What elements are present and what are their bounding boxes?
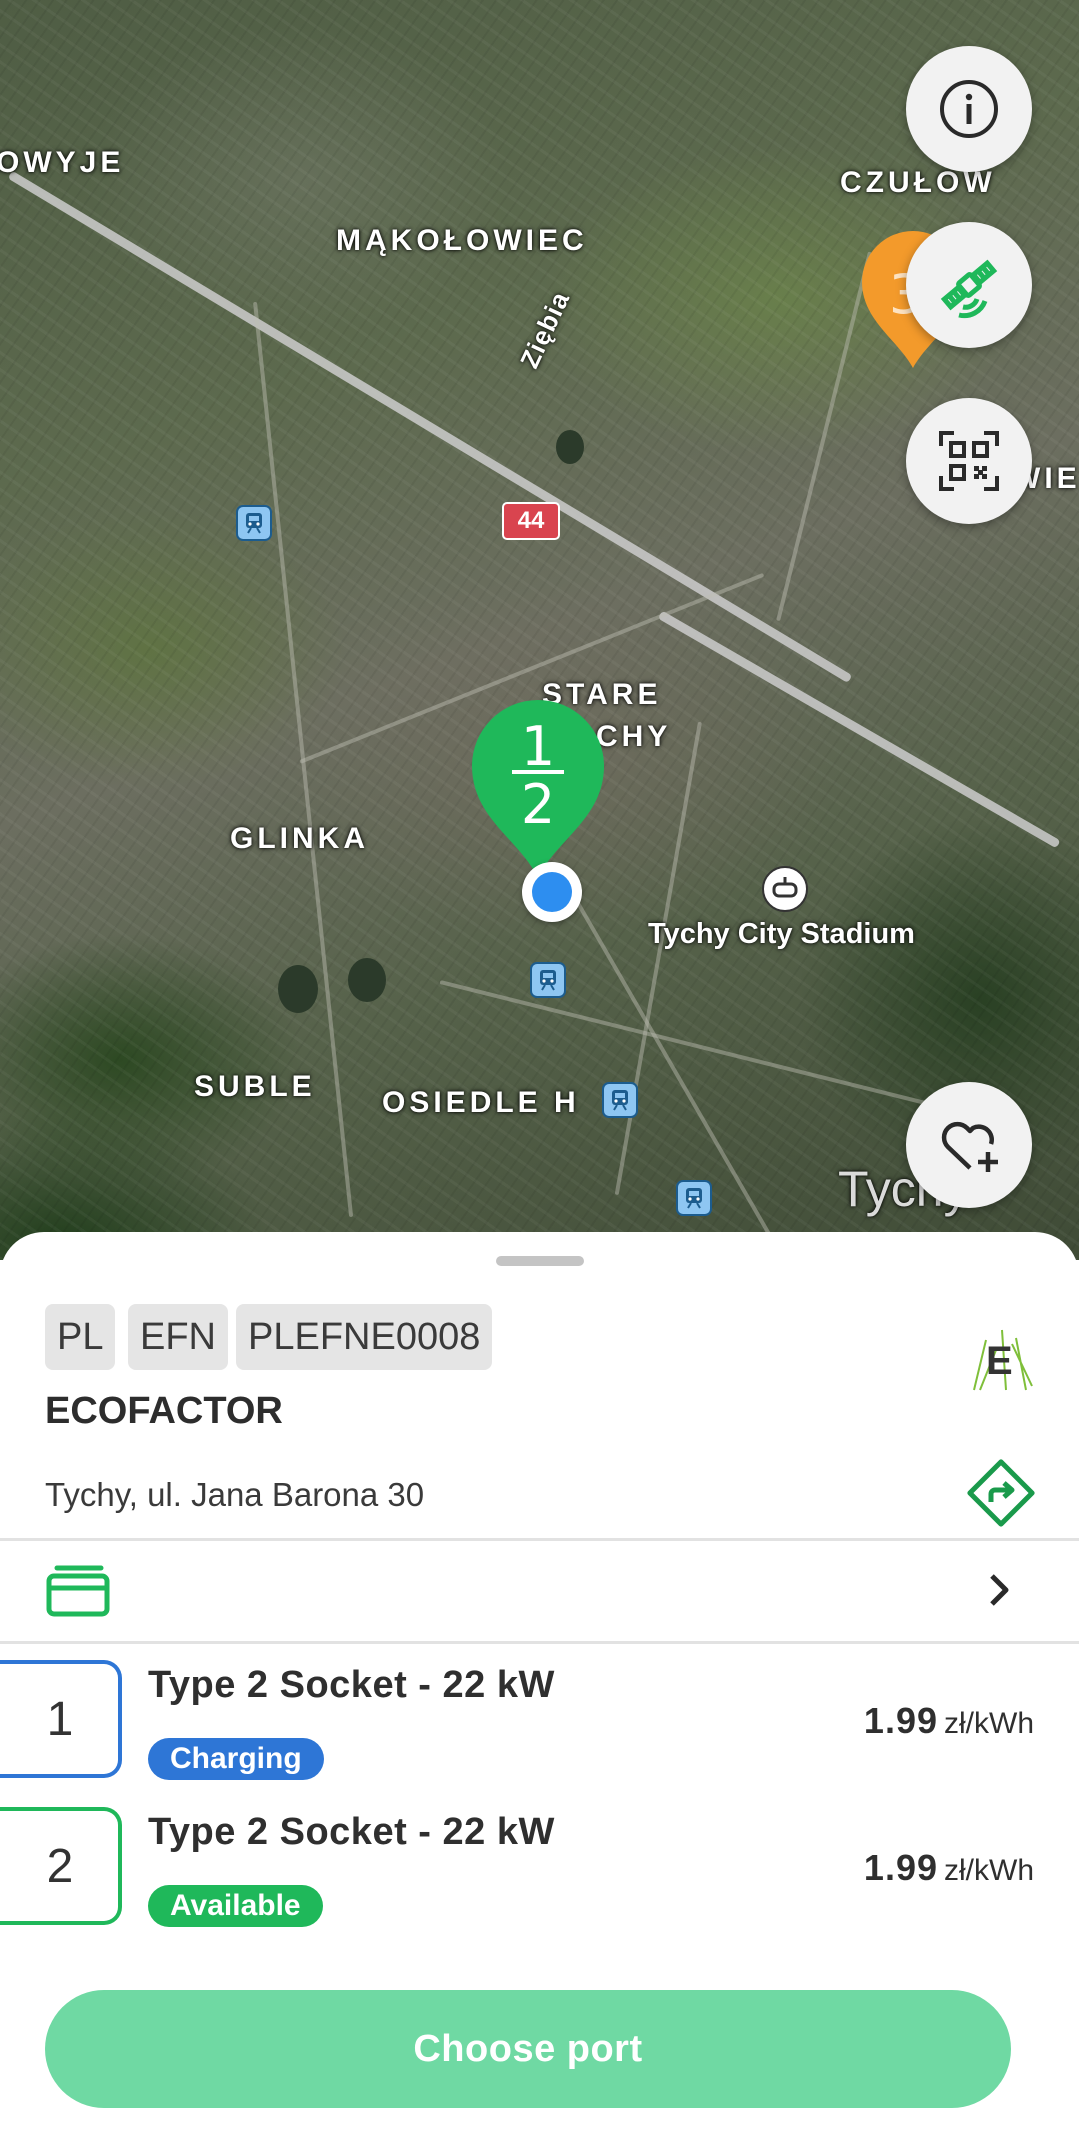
- port-number: 1: [0, 1660, 122, 1778]
- operator-logo: E: [966, 1320, 1038, 1392]
- station-details-sheet: PL EFN PLEFNE0008 E ECOFACTOR Tychy, ul.…: [0, 1232, 1079, 2155]
- port-status-badge: Available: [148, 1885, 323, 1927]
- map-label-district: OSIEDLE H: [382, 1086, 580, 1119]
- add-favorite-button[interactable]: [906, 1082, 1032, 1208]
- qr-code-icon: [939, 431, 999, 491]
- gallery-icon: [45, 1562, 111, 1623]
- port-row[interactable]: 2 Type 2 Socket - 22 kW Available 1.99 zł…: [0, 1799, 1079, 1929]
- map-label-district: MĄKOŁOWIEC: [336, 224, 588, 257]
- pin-available-count: 1: [520, 715, 556, 778]
- map-label-district: CHY: [596, 720, 672, 753]
- train-station-icon[interactable]: [676, 1180, 712, 1216]
- port-price: 1.99 zł/kWh: [864, 1847, 1034, 1889]
- train-station-icon[interactable]: [530, 962, 566, 998]
- info-icon: [940, 80, 998, 138]
- navigate-button[interactable]: [966, 1458, 1036, 1528]
- port-row[interactable]: 1 Type 2 Socket - 22 kW Charging 1.99 zł/…: [0, 1652, 1079, 1782]
- operator-logo-letter: E: [986, 1339, 1013, 1383]
- port-connector-title: Type 2 Socket - 22 kW: [148, 1811, 555, 1853]
- choose-port-button[interactable]: Choose port: [45, 1990, 1011, 2108]
- stadium-icon[interactable]: [762, 866, 808, 912]
- map-view[interactable]: OWYJE CZUŁOW MĄKOŁOWIEC Ziębia WIE 44 ST…: [0, 0, 1079, 1260]
- station-address: Tychy, ul. Jana Barona 30: [45, 1476, 425, 1513]
- operator-code-chip: EFN: [128, 1304, 228, 1370]
- price-unit: zł/kWh: [944, 1707, 1034, 1740]
- pond: [348, 958, 386, 1002]
- pin-total-count: 2: [520, 773, 556, 836]
- map-label-district: GLINKA: [230, 822, 369, 855]
- port-price: 1.99 zł/kWh: [864, 1700, 1034, 1742]
- charger-pin-selected[interactable]: 1 2: [470, 700, 606, 885]
- scan-qr-button[interactable]: [906, 398, 1032, 524]
- route-number-badge: 44: [502, 502, 560, 540]
- price-unit: zł/kWh: [944, 1854, 1034, 1887]
- port-status-badge: Charging: [148, 1738, 324, 1780]
- directions-icon: [967, 1459, 1035, 1527]
- chevron-right-icon: [984, 1570, 1014, 1615]
- pond: [556, 430, 584, 464]
- price-amount: 1.99: [863, 1847, 938, 1888]
- heart-plus-icon: [941, 1121, 998, 1172]
- train-station-icon[interactable]: [602, 1082, 638, 1118]
- station-photos-row[interactable]: [0, 1541, 1079, 1641]
- operator-name: ECOFACTOR: [45, 1390, 283, 1432]
- current-location-dot: [522, 862, 582, 922]
- country-code-chip: PL: [45, 1304, 116, 1370]
- satellite-icon: [940, 259, 998, 319]
- info-button[interactable]: [906, 46, 1032, 172]
- map-layer-button[interactable]: [906, 222, 1032, 348]
- map-label-poi[interactable]: Tychy City Stadium: [648, 918, 915, 951]
- pond: [278, 965, 318, 1013]
- port-connector-title: Type 2 Socket - 22 kW: [148, 1664, 555, 1706]
- drag-handle[interactable]: [496, 1256, 584, 1266]
- divider: [0, 1641, 1079, 1644]
- station-id-chip: PLEFNE0008: [236, 1304, 493, 1370]
- price-amount: 1.99: [863, 1700, 938, 1741]
- map-label-district: SUBLE: [194, 1070, 316, 1103]
- port-number: 2: [0, 1807, 122, 1925]
- train-station-icon[interactable]: [236, 505, 272, 541]
- map-label-district: OWYJE: [0, 146, 125, 179]
